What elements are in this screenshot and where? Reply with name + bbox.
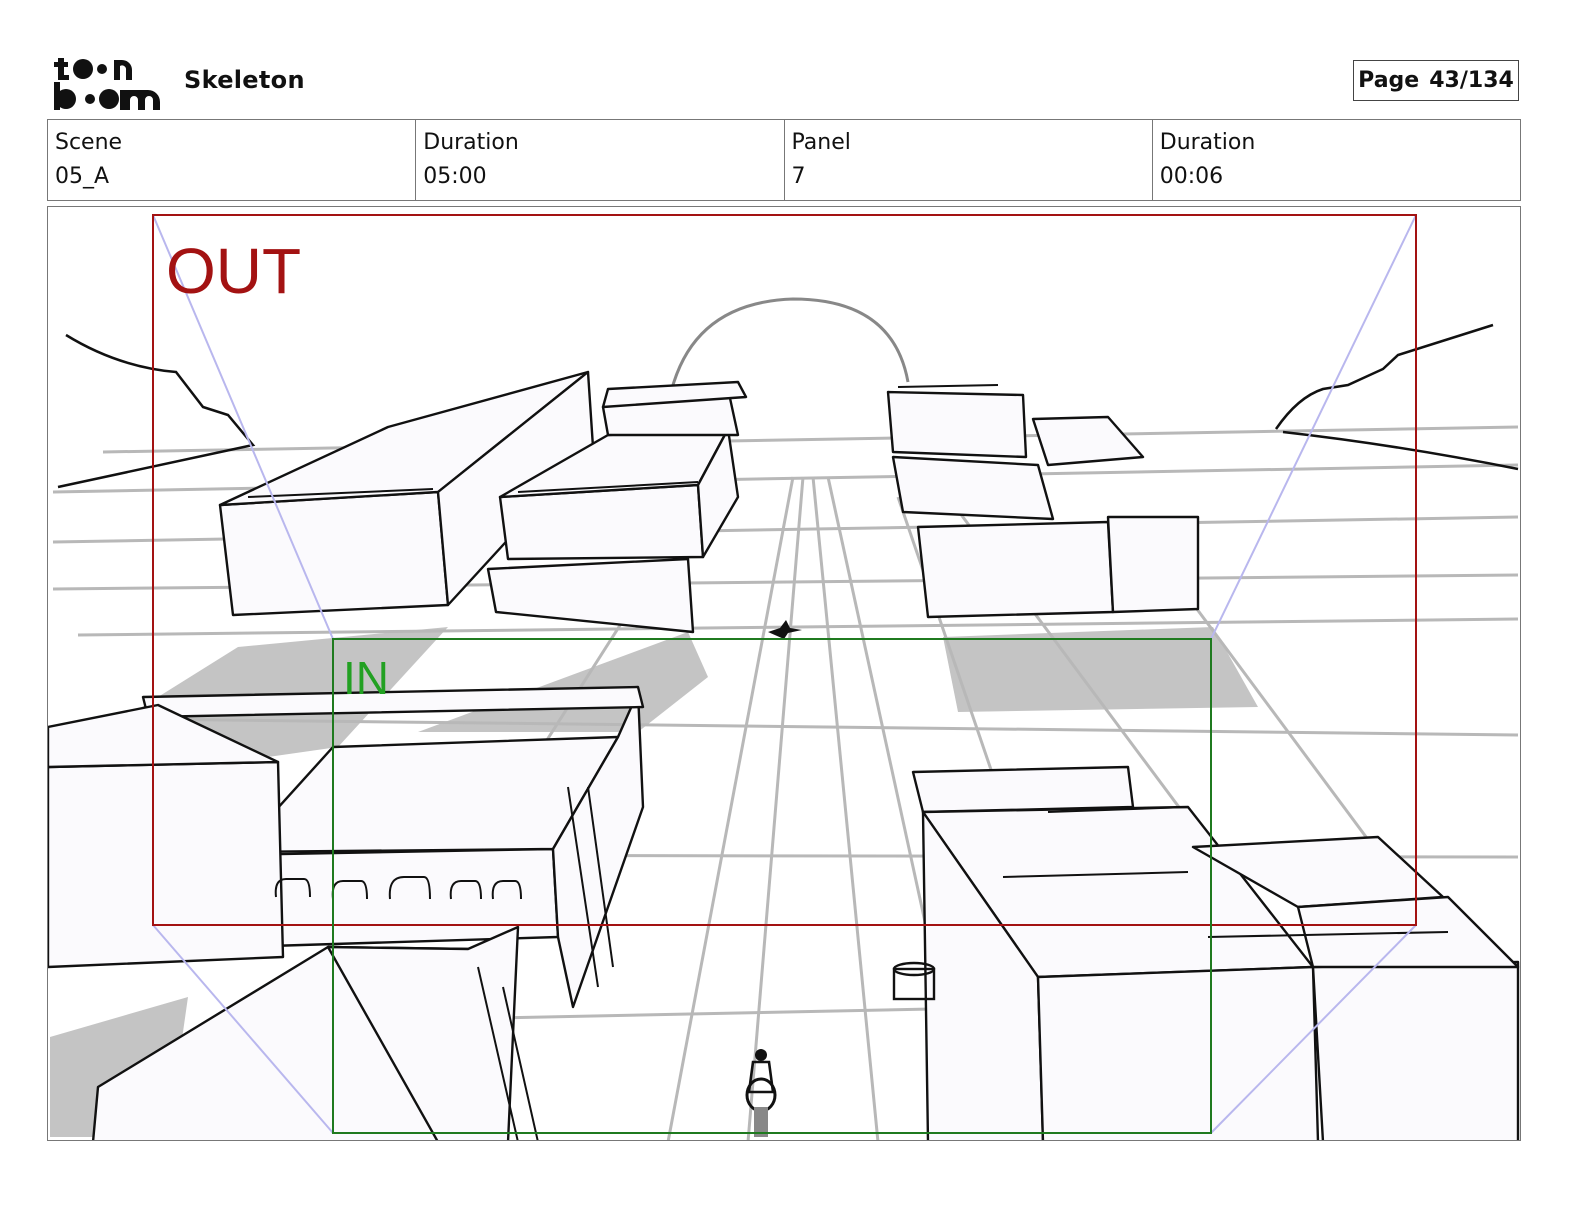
scene-label: Scene [55,130,123,155]
panel-duration-label: Duration [1159,130,1256,155]
props [745,620,936,1137]
panel-duration-value: 00:06 [1159,164,1224,189]
storyboard-panel: OUT IN [47,206,1521,1141]
mountains [57,323,1519,489]
panel-info-table: Scene 05_A Duration 05:00 Panel 7 Durati… [47,119,1521,201]
panel-value: 7 [791,164,806,189]
in-frame-label: IN [343,652,389,704]
scene-value: 05_A [55,164,110,189]
page-indicator: Page 43/134 [1353,60,1519,101]
scene-cell: Scene 05_A [48,120,417,200]
panel-duration-cell: Duration 00:06 [1153,120,1520,200]
out-frame-label: OUT [166,235,302,307]
arch [671,297,910,386]
panel-cell: Panel 7 [785,120,1153,200]
panel-label: Panel [791,130,851,155]
scene-duration-cell: Duration 05:00 [416,120,785,200]
scene-duration-value: 05:00 [423,164,487,189]
page-number: 43/134 [1429,68,1514,93]
panel-sketch [48,214,1520,1140]
page-label: Page [1358,68,1420,93]
scene-duration-label: Duration [423,130,519,155]
toon-boom-logo [54,58,160,110]
project-title: Skeleton [184,66,305,94]
